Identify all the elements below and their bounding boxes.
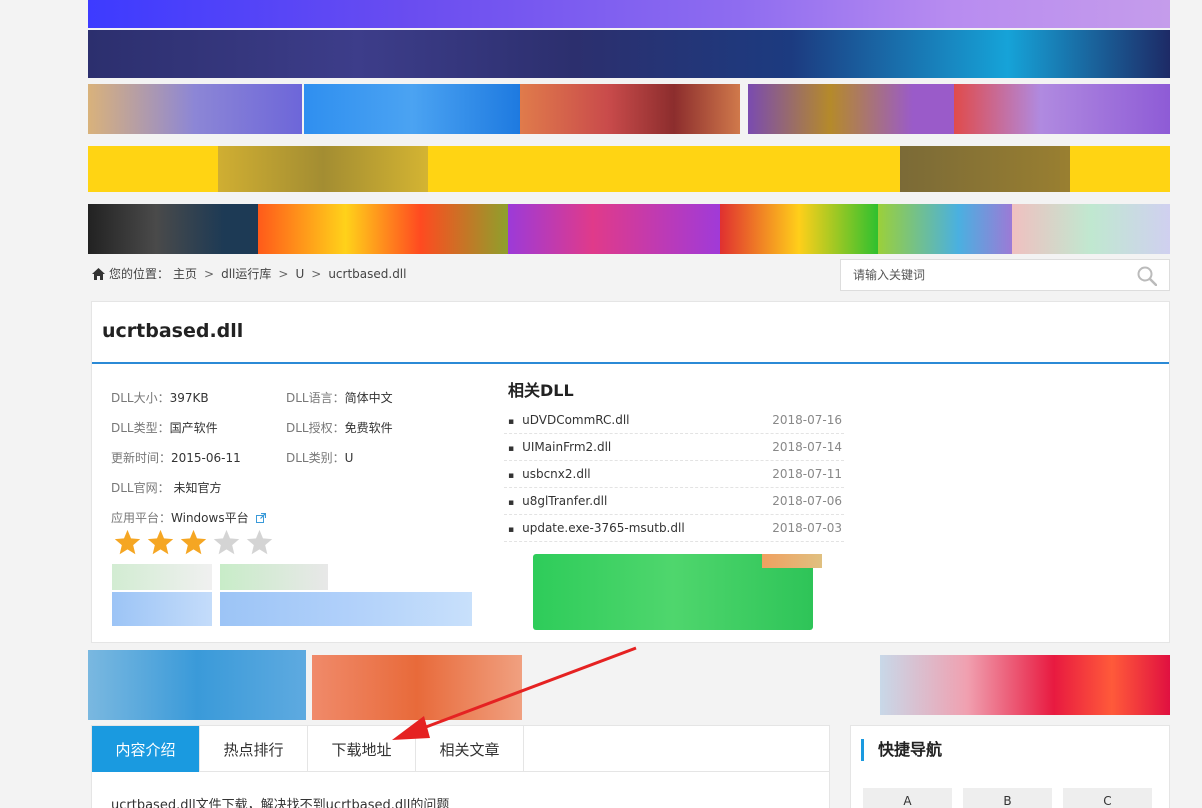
- breadcrumb-home-link[interactable]: 主页: [173, 265, 197, 282]
- quick-nav-title: 快捷导航: [861, 739, 1169, 761]
- external-link-icon[interactable]: [256, 513, 267, 523]
- star-empty-icon: [213, 529, 240, 555]
- dll-type: DLL类型：国产软件: [111, 420, 218, 435]
- top-ad-banner-3[interactable]: [88, 84, 1170, 134]
- list-item[interactable]: usbcnx2.dll2018-07-11: [504, 461, 844, 488]
- list-item[interactable]: u8glTranfer.dll2018-07-06: [504, 488, 844, 515]
- breadcrumb-separator: >: [311, 266, 322, 281]
- tab-content-intro[interactable]: 内容介绍: [92, 726, 200, 772]
- content-tabs-card: 内容介绍 热点排行 下载地址 相关文章 ucrtbased.dll文件下载，解决…: [91, 725, 830, 808]
- dll-category: DLL类别：U: [286, 450, 354, 465]
- tab-hot-ranking[interactable]: 热点排行: [200, 726, 308, 772]
- list-item[interactable]: UIMainFrm2.dll2018-07-14: [504, 434, 844, 461]
- list-item[interactable]: uDVDCommRC.dll2018-07-16: [504, 407, 844, 434]
- breadcrumb-dll-library-link[interactable]: dll运行库: [221, 265, 271, 282]
- download-link-blurred[interactable]: [112, 592, 212, 626]
- breadcrumb-separator: >: [278, 266, 289, 281]
- top-ad-banner-4[interactable]: [88, 146, 1170, 192]
- breadcrumb: 您的位置： 主页 > dll运行库 > U > ucrtbased.dll: [92, 265, 406, 282]
- dll-size: DLL大小：397KB: [111, 390, 209, 405]
- letter-index-item[interactable]: B: [963, 788, 1052, 808]
- download-button-blurred[interactable]: [220, 564, 328, 590]
- top-ad-banner-5[interactable]: [88, 204, 1170, 254]
- search-icon[interactable]: [1137, 266, 1157, 286]
- search-box: [840, 259, 1170, 291]
- breadcrumb-prefix: 您的位置：: [109, 267, 170, 281]
- letter-index: A B C: [863, 788, 1152, 808]
- info-row: DLL大小：397KB DLL语言：简体中文: [111, 382, 471, 412]
- search-input[interactable]: [841, 260, 1121, 290]
- dll-info-list: DLL大小：397KB DLL语言：简体中文 DLL类型：国产软件 DLL授权：…: [111, 382, 471, 532]
- tab-related-articles[interactable]: 相关文章: [416, 726, 524, 772]
- intro-text: ucrtbased.dll文件下载，解决找不到ucrtbased.dll的问题: [111, 798, 450, 808]
- download-link-blurred[interactable]: [220, 592, 472, 626]
- dll-title: ucrtbased.dll: [92, 302, 1169, 364]
- rating-stars: [113, 528, 274, 557]
- middle-ad-banner-2[interactable]: [312, 655, 522, 720]
- letter-index-item[interactable]: C: [1063, 788, 1152, 808]
- quick-nav-card: 快捷导航 A B C: [850, 725, 1170, 808]
- tab-bar: 内容介绍 热点排行 下载地址 相关文章: [92, 726, 829, 772]
- middle-ad-banner-3[interactable]: [880, 655, 1170, 715]
- star-filled-icon: [114, 529, 141, 555]
- dll-official-site: DLL官网： 未知官方: [111, 480, 222, 495]
- related-dll-title: 相关DLL: [508, 381, 574, 400]
- breadcrumb-separator: >: [204, 266, 215, 281]
- dll-update-time: 更新时间：2015-06-11: [111, 450, 241, 465]
- related-dll-section: 相关DLL uDVDCommRC.dll2018-07-16 UIMainFrm…: [504, 374, 844, 542]
- star-filled-icon: [147, 529, 174, 555]
- dll-info-card: ucrtbased.dll DLL大小：397KB DLL语言：简体中文 DLL…: [91, 301, 1170, 643]
- tab-download-address[interactable]: 下载地址: [308, 726, 416, 772]
- breadcrumb-letter-link[interactable]: U: [295, 267, 304, 281]
- top-ad-banner-1[interactable]: [88, 0, 1170, 28]
- dll-language: DLL语言：简体中文: [286, 390, 393, 405]
- info-row: 更新时间：2015-06-11 DLL类别：U: [111, 442, 471, 472]
- star-empty-icon: [246, 529, 273, 555]
- list-item[interactable]: update.exe-3765-msutb.dll2018-07-03: [504, 515, 844, 542]
- dll-license: DLL授权：免费软件: [286, 420, 393, 435]
- middle-ad-banner-1[interactable]: [88, 650, 306, 720]
- top-ad-banner-2[interactable]: [88, 30, 1170, 78]
- download-button-blurred[interactable]: [112, 564, 212, 590]
- letter-index-item[interactable]: A: [863, 788, 952, 808]
- star-filled-icon: [180, 529, 207, 555]
- dll-platform: 应用平台：Windows平台: [111, 509, 411, 526]
- green-download-button-accent: [762, 554, 822, 568]
- breadcrumb-current: ucrtbased.dll: [328, 266, 407, 281]
- info-row: DLL官网： 未知官方: [111, 472, 471, 502]
- info-row: DLL类型：国产软件 DLL授权：免费软件: [111, 412, 471, 442]
- home-icon: [92, 267, 105, 280]
